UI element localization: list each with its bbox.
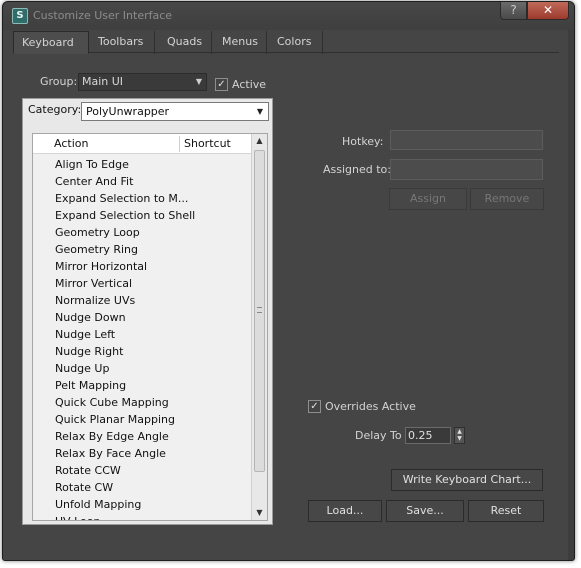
column-header-action[interactable]: Action [54,134,88,154]
save-button[interactable]: Save... [386,500,464,522]
list-item[interactable]: Nudge Right [33,343,252,360]
grip-icon [257,307,262,313]
list-item[interactable]: Nudge Down [33,309,252,326]
scrollbar-thumb[interactable] [254,150,265,472]
assign-button[interactable]: Assign [389,188,467,210]
hotkey-label: Hotkey: [342,135,384,148]
list-item[interactable]: Quick Planar Mapping [33,411,252,428]
hotkey-field[interactable] [390,130,543,150]
list-item[interactable]: Normalize UVs [33,292,252,309]
action-rows: Align To Edge Center And Fit Expand Select… [33,156,252,520]
list-item[interactable]: Geometry Ring [33,241,252,258]
scroll-down-arrow-icon[interactable]: ▼ [252,506,267,520]
tab-toolbars[interactable]: Toolbars [90,31,155,54]
tab-bar: Keyboard Toolbars Quads Menus Colors [13,31,559,54]
group-dropdown[interactable]: Main UI ▼ [78,73,207,91]
category-label: Category: [28,103,82,116]
delay-to-label: Delay To [355,429,402,442]
assigned-to-field [390,159,543,180]
spinner-down-icon[interactable]: ▼ [455,435,464,442]
list-item[interactable]: Pelt Mapping [33,377,252,394]
category-panel: Category: PolyUnwrapper ▼ Action Shortcu… [22,98,273,525]
list-item[interactable]: Nudge Left [33,326,252,343]
chevron-down-icon: ▼ [256,107,263,116]
spinner-up-icon[interactable]: ▲ [455,428,464,435]
delay-to-spinner[interactable]: ▲ ▼ [454,427,465,444]
window-title: Customize User Interface [33,9,173,22]
close-button[interactable]: ✕ [527,2,569,20]
tab-colors[interactable]: Colors [269,31,323,54]
list-item[interactable]: UV Loop [33,513,252,520]
list-item[interactable]: Nudge Up [33,360,252,377]
list-item[interactable]: Mirror Horizontal [33,258,252,275]
overrides-active-checkbox[interactable]: ✓ [308,400,321,413]
list-item[interactable]: Relax By Edge Angle [33,428,252,445]
active-label: Active [232,78,267,91]
tab-quads[interactable]: Quads [159,31,212,54]
title-bar[interactable]: S Customize User Interface ? ✕ [3,2,574,30]
list-item[interactable]: Rotate CW [33,479,252,496]
list-item[interactable]: Unfold Mapping [33,496,252,513]
list-item[interactable]: Geometry Loop [33,224,252,241]
tab-keyboard[interactable]: Keyboard [13,31,89,54]
delay-to-input[interactable]: 0.25 [405,427,451,444]
help-button[interactable]: ? [500,2,527,20]
chevron-down-icon: ▼ [195,77,202,86]
scroll-up-arrow-icon[interactable]: ▲ [252,134,267,148]
action-list-header: Action Shortcut [33,134,252,154]
active-checkbox[interactable]: ✓ [215,78,228,91]
list-item[interactable]: Relax By Face Angle [33,445,252,462]
assigned-to-label: Assigned to: [323,163,391,176]
overrides-active-label: Overrides Active [325,400,416,413]
group-label: Group: [40,75,78,88]
group-value: Main UI [82,75,124,88]
column-divider[interactable] [179,136,180,152]
list-item[interactable]: Mirror Vertical [33,275,252,292]
tab-menus[interactable]: Menus [214,31,267,54]
reset-button[interactable]: Reset [468,500,544,522]
list-item[interactable]: Quick Cube Mapping [33,394,252,411]
remove-button[interactable]: Remove [470,188,544,210]
write-keyboard-chart-button[interactable]: Write Keyboard Chart... [391,469,543,491]
column-header-shortcut[interactable]: Shortcut [184,134,231,154]
customize-ui-dialog: S Customize User Interface ? ✕ Keyboard … [2,1,575,561]
app-logo-icon: S [12,8,28,24]
category-dropdown[interactable]: PolyUnwrapper ▼ [81,102,269,121]
list-item[interactable]: Expand Selection to M... [33,190,252,207]
window-frame [568,30,574,560]
list-item[interactable]: Center And Fit [33,173,252,190]
category-value: PolyUnwrapper [86,105,170,118]
load-button[interactable]: Load... [308,500,382,522]
list-item[interactable]: Align To Edge [33,156,252,173]
list-item[interactable]: Expand Selection to Shell [33,207,252,224]
action-list[interactable]: Action Shortcut Align To Edge Center And … [32,133,268,521]
list-item[interactable]: Rotate CCW [33,462,252,479]
list-scrollbar[interactable]: ▲ ▼ [251,134,267,520]
